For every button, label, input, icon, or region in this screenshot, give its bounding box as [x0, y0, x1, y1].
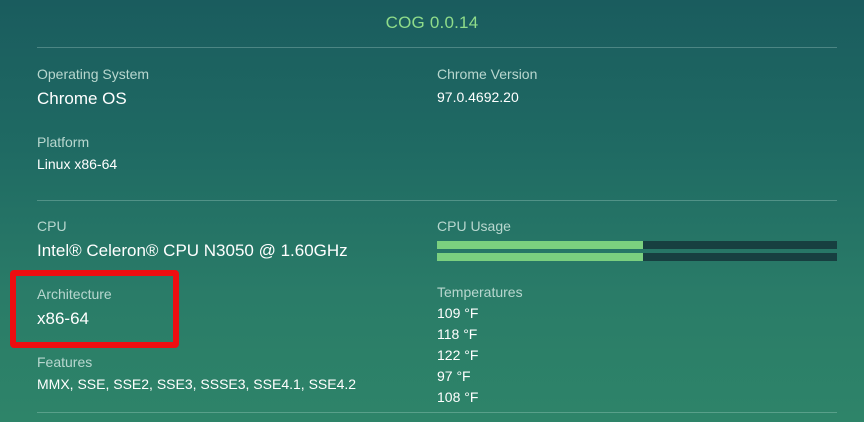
cpu-usage-fill-core-2 — [437, 253, 643, 261]
platform-value: Linux x86-64 — [37, 156, 118, 172]
app-title: COG 0.0.14 — [385, 13, 479, 32]
temperatures-list: 109 °F 118 °F 122 °F 97 °F 108 °F — [437, 305, 478, 410]
temperature-reading: 118 °F — [437, 326, 478, 342]
header-divider — [37, 47, 837, 48]
chrome-version-value: 97.0.4692.20 — [437, 89, 519, 105]
cpu-usage-fill-core-1 — [437, 241, 643, 249]
section-divider — [37, 200, 837, 201]
architecture-highlight-box — [10, 270, 179, 348]
temperature-reading: 97 °F — [437, 368, 471, 384]
temperature-reading: 109 °F — [437, 305, 479, 321]
features-label: Features — [37, 354, 93, 370]
temperatures-label: Temperatures — [437, 284, 523, 300]
cpu-label: CPU — [37, 218, 67, 234]
os-label: Operating System — [37, 66, 150, 82]
os-value: Chrome OS — [37, 89, 127, 108]
features-value: MMX, SSE, SSE2, SSE3, SSSE3, SSE4.1, SSE… — [37, 376, 357, 392]
chrome-version-label: Chrome Version — [437, 66, 538, 82]
cpu-value: Intel® Celeron® CPU N3050 @ 1.60GHz — [37, 241, 348, 260]
temperature-reading: 122 °F — [437, 347, 479, 363]
cpu-usage-bar-core-2 — [437, 253, 837, 261]
cpu-usage-bar-core-1 — [437, 241, 837, 249]
footer-divider — [37, 412, 837, 413]
temperature-reading: 108 °F — [437, 389, 479, 405]
cpu-usage-label: CPU Usage — [437, 218, 511, 234]
platform-label: Platform — [37, 134, 90, 150]
